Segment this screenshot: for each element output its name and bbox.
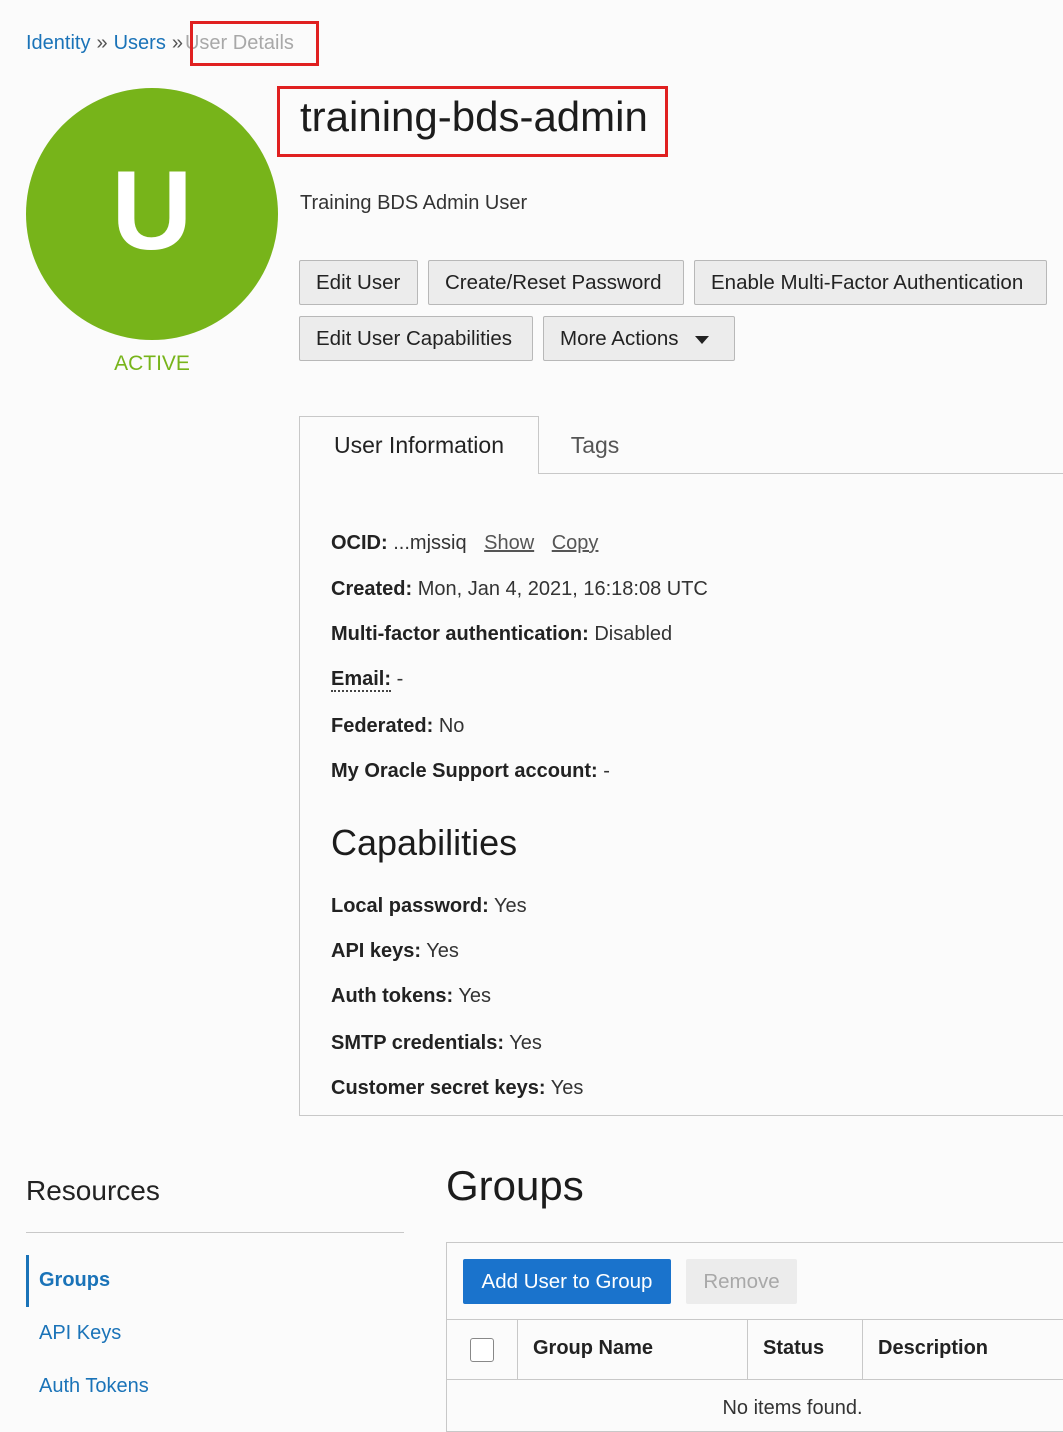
breadcrumb-link-identity[interactable]: Identity [26, 32, 90, 54]
highlight-box-title [277, 86, 668, 157]
resource-link-groups[interactable]: Groups [39, 1269, 110, 1292]
edit-capabilities-button[interactable]: Edit User Capabilities [299, 316, 533, 361]
resources-heading: Resources [26, 1175, 160, 1206]
edit-user-button[interactable]: Edit User [299, 260, 418, 305]
auth-tokens-row: Auth tokens: Yes [331, 983, 491, 1009]
local-password-row: Local password: Yes [331, 893, 527, 919]
column-divider [862, 1319, 863, 1380]
created-label: Created: [331, 578, 413, 600]
status-label: ACTIVE [114, 352, 190, 375]
breadcrumb-separator: » [171, 32, 183, 54]
support-account-label: My Oracle Support account: [331, 760, 598, 782]
customer-secret-keys-value: Yes [550, 1077, 584, 1099]
more-actions-button[interactable]: More Actions [543, 316, 735, 361]
ocid-copy-link[interactable]: Copy [552, 532, 599, 554]
api-keys-row: API keys: Yes [331, 938, 459, 964]
column-divider [517, 1319, 518, 1380]
capabilities-heading: Capabilities [331, 822, 518, 863]
column-divider [747, 1319, 748, 1380]
column-header-group-name[interactable]: Group Name [533, 1337, 653, 1360]
federated-row: Federated: No [331, 713, 464, 739]
auth-tokens-value: Yes [458, 985, 492, 1007]
mfa-row: Multi-factor authentication: Disabled [331, 621, 672, 647]
select-all-checkbox[interactable] [470, 1338, 494, 1362]
breadcrumb-link-users[interactable]: Users [114, 32, 166, 54]
active-indicator [26, 1255, 29, 1307]
smtp-credentials-value: Yes [509, 1032, 542, 1054]
federated-value: No [438, 715, 465, 737]
mfa-label: Multi-factor authentication: [331, 623, 589, 645]
enable-mfa-button[interactable]: Enable Multi-Factor Authentication [694, 260, 1047, 305]
ocid-show-link[interactable]: Show [484, 532, 534, 554]
customer-secret-keys-row: Customer secret keys: Yes [331, 1075, 583, 1101]
remove-button[interactable]: Remove [686, 1259, 797, 1304]
user-information-panel [299, 473, 1063, 1116]
ocid-row: OCID: ...mjssiq Show Copy [331, 530, 598, 556]
email-row: Email: - [331, 666, 403, 692]
smtp-credentials-label: SMTP credentials: [331, 1032, 505, 1054]
auth-tokens-label: Auth tokens: [331, 985, 454, 1007]
ocid-value: ...mjssiq [393, 532, 467, 554]
more-actions-label: More Actions [560, 326, 679, 350]
column-header-status[interactable]: Status [763, 1337, 824, 1360]
column-header-description[interactable]: Description [878, 1337, 988, 1360]
customer-secret-keys-label: Customer secret keys: [331, 1077, 546, 1099]
support-account-row: My Oracle Support account: - [331, 758, 610, 784]
resource-link-api-keys[interactable]: API Keys [39, 1322, 121, 1345]
highlight-box-breadcrumb [190, 21, 319, 66]
resources-divider [26, 1232, 404, 1233]
resource-link-auth-tokens[interactable]: Auth Tokens [39, 1375, 149, 1398]
mfa-value: Disabled [594, 623, 673, 645]
ocid-label: OCID: [331, 532, 388, 554]
federated-label: Federated: [331, 715, 434, 737]
smtp-credentials-row: SMTP credentials: Yes [331, 1030, 542, 1056]
chevron-down-icon [694, 335, 709, 344]
empty-table-message: No items found. [722, 1397, 863, 1419]
local-password-label: Local password: [331, 895, 489, 917]
reset-password-button[interactable]: Create/Reset Password [428, 260, 684, 305]
api-keys-label: API keys: [331, 940, 422, 962]
add-user-to-group-button[interactable]: Add User to Group [463, 1259, 671, 1304]
support-account-value: - [603, 760, 610, 782]
tab-tags[interactable]: Tags [540, 416, 650, 474]
groups-heading: Groups [446, 1162, 584, 1209]
email-value: - [396, 668, 404, 690]
user-description: Training BDS Admin User [300, 192, 528, 214]
breadcrumb-separator: » [96, 32, 108, 54]
local-password-value: Yes [494, 895, 527, 917]
tab-user-information[interactable]: User Information [299, 416, 539, 474]
created-value: Mon, Jan 4, 2021, 16:18:08 UTC [417, 578, 708, 600]
avatar-letter: U [111, 148, 193, 273]
avatar: U [26, 88, 278, 340]
api-keys-value: Yes [426, 940, 459, 962]
created-row: Created: Mon, Jan 4, 2021, 16:18:08 UTC [331, 576, 708, 602]
email-label[interactable]: Email: [331, 668, 392, 692]
